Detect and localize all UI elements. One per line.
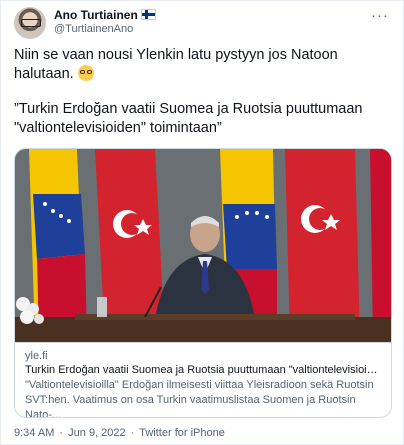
tweet-time[interactable]: 9:34 AM bbox=[14, 427, 54, 439]
tweet-client[interactable]: Twitter for iPhone bbox=[139, 427, 225, 439]
card-domain: yle.fi bbox=[25, 350, 48, 362]
tweet-meta: 9:34 AM · Jun 9, 2022 · Twitter for iPho… bbox=[14, 427, 227, 439]
tweet-container: Ano Turtiainen @TurtiainenAno ··· Niin s… bbox=[0, 0, 404, 445]
finland-flag-icon bbox=[140, 9, 156, 20]
author-handle[interactable]: @TurtiainenAno bbox=[54, 23, 133, 35]
card-title[interactable]: Turkin Erdoğan vaatii Suomea ja Ruotsia … bbox=[25, 363, 381, 378]
card-image bbox=[15, 149, 391, 342]
card-description: "Valtiontelevisioilla" Erdoğan ilmeisest… bbox=[25, 379, 374, 418]
card-body[interactable]: yle.fi Turkin Erdoğan vaatii Suomea ja R… bbox=[15, 342, 391, 418]
separator: · bbox=[59, 427, 64, 439]
avatar[interactable] bbox=[14, 7, 46, 39]
author-name-text[interactable]: Ano Turtiainen bbox=[54, 8, 138, 22]
more-options-icon[interactable]: ··· bbox=[371, 7, 389, 24]
link-card[interactable]: yle.fi Turkin Erdoğan vaatii Suomea ja R… bbox=[14, 148, 392, 418]
separator: · bbox=[130, 427, 135, 439]
tweet-text: Niin se vaan nousi Ylenkin latu pystyyn … bbox=[14, 46, 394, 154]
nerd-face-emoji-icon bbox=[77, 65, 94, 81]
tweet-quote: ”Turkin Erdoğan vaatii Suomea ja Ruotsia… bbox=[14, 101, 363, 136]
tweet-date[interactable]: Jun 9, 2022 bbox=[68, 427, 126, 439]
press-conference-photo bbox=[15, 149, 391, 342]
tweet-line: Niin se vaan nousi Ylenkin latu pystyyn … bbox=[14, 47, 338, 82]
author-name[interactable]: Ano Turtiainen bbox=[54, 8, 156, 22]
